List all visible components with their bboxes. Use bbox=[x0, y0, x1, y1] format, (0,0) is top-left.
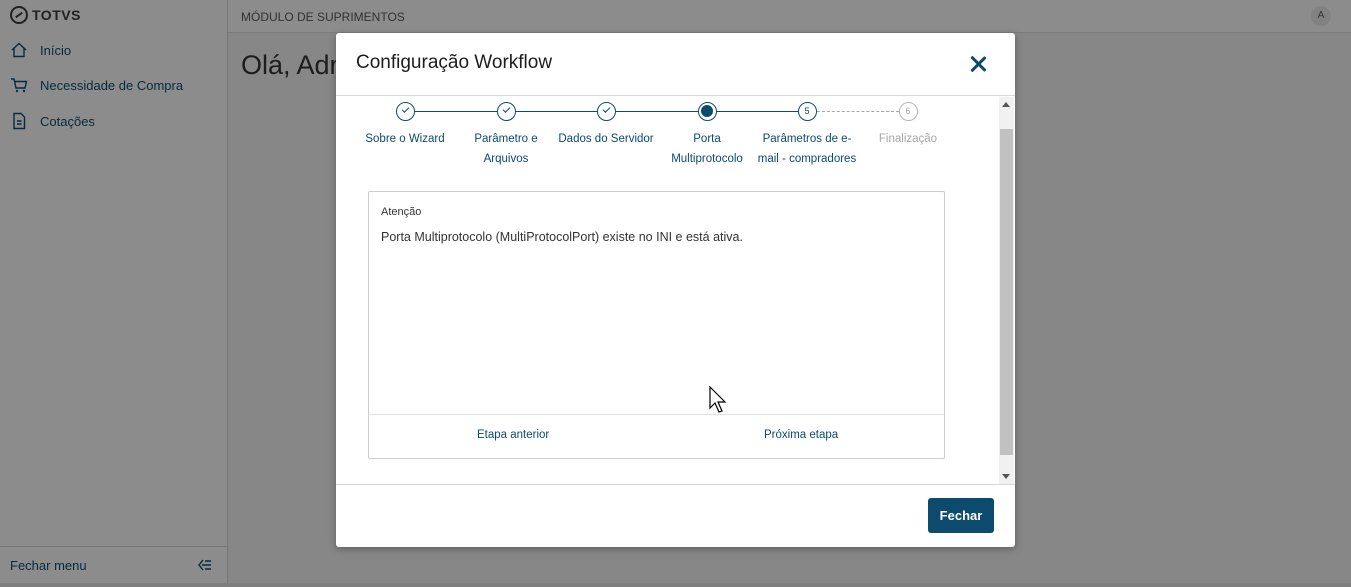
modal-footer: Fechar bbox=[336, 484, 1015, 547]
step-sobre-o-wizard[interactable]: Sobre o Wizard bbox=[355, 102, 455, 150]
step-number: 6 bbox=[898, 102, 918, 121]
current-step-indicator-icon bbox=[697, 102, 717, 121]
card-header: Atenção bbox=[381, 206, 422, 218]
next-step-button[interactable]: Próxima etapa bbox=[764, 429, 838, 441]
step-finalizacao: 6 Finalização bbox=[858, 102, 958, 150]
card-footer: Etapa anterior Próxima etapa bbox=[369, 414, 944, 458]
check-icon bbox=[596, 102, 616, 121]
modal-header: Configuração Workflow bbox=[336, 33, 1015, 96]
step-label: Sobre o Wizard bbox=[365, 133, 445, 145]
close-button[interactable]: Fechar bbox=[928, 498, 994, 533]
close-icon[interactable] bbox=[967, 53, 989, 75]
scroll-thumb[interactable] bbox=[1000, 129, 1013, 455]
step-content-card: Atenção Porta Multiprotocolo (MultiProto… bbox=[368, 191, 945, 459]
step-parametros-de-email[interactable]: 5 Parâmetros de e-mail - compradores bbox=[757, 102, 857, 169]
modal-body: Sobre o Wizard Parâmetro e Arquivos Dado… bbox=[336, 97, 1015, 484]
modal-scrollbar[interactable] bbox=[999, 97, 1014, 484]
modal-title: Configuração Workflow bbox=[356, 52, 553, 73]
check-icon bbox=[496, 102, 516, 121]
check-icon bbox=[395, 102, 415, 121]
previous-step-button[interactable]: Etapa anterior bbox=[477, 429, 549, 441]
scroll-up-arrow-icon[interactable] bbox=[1002, 102, 1010, 107]
mouse-cursor-icon bbox=[709, 386, 727, 413]
step-porta-multiprotocolo[interactable]: Porta Multiprotocolo bbox=[657, 102, 757, 169]
workflow-config-modal: Configuração Workflow Sobre o Wizard Par… bbox=[336, 33, 1015, 547]
step-label: Dados do Servidor bbox=[558, 133, 654, 145]
step-parametro-e-arquivos[interactable]: Parâmetro e Arquivos bbox=[456, 102, 556, 169]
scroll-down-arrow-icon[interactable] bbox=[1002, 474, 1010, 479]
step-label: Porta Multiprotocolo bbox=[671, 133, 743, 165]
step-number: 5 bbox=[797, 102, 817, 121]
card-message: Porta Multiprotocolo (MultiProtocolPort)… bbox=[381, 230, 743, 244]
step-label: Finalização bbox=[878, 133, 938, 145]
step-label: Parâmetros de e-mail - compradores bbox=[757, 133, 857, 165]
step-dados-do-servidor[interactable]: Dados do Servidor bbox=[556, 102, 656, 150]
step-label: Parâmetro e Arquivos bbox=[474, 133, 538, 165]
